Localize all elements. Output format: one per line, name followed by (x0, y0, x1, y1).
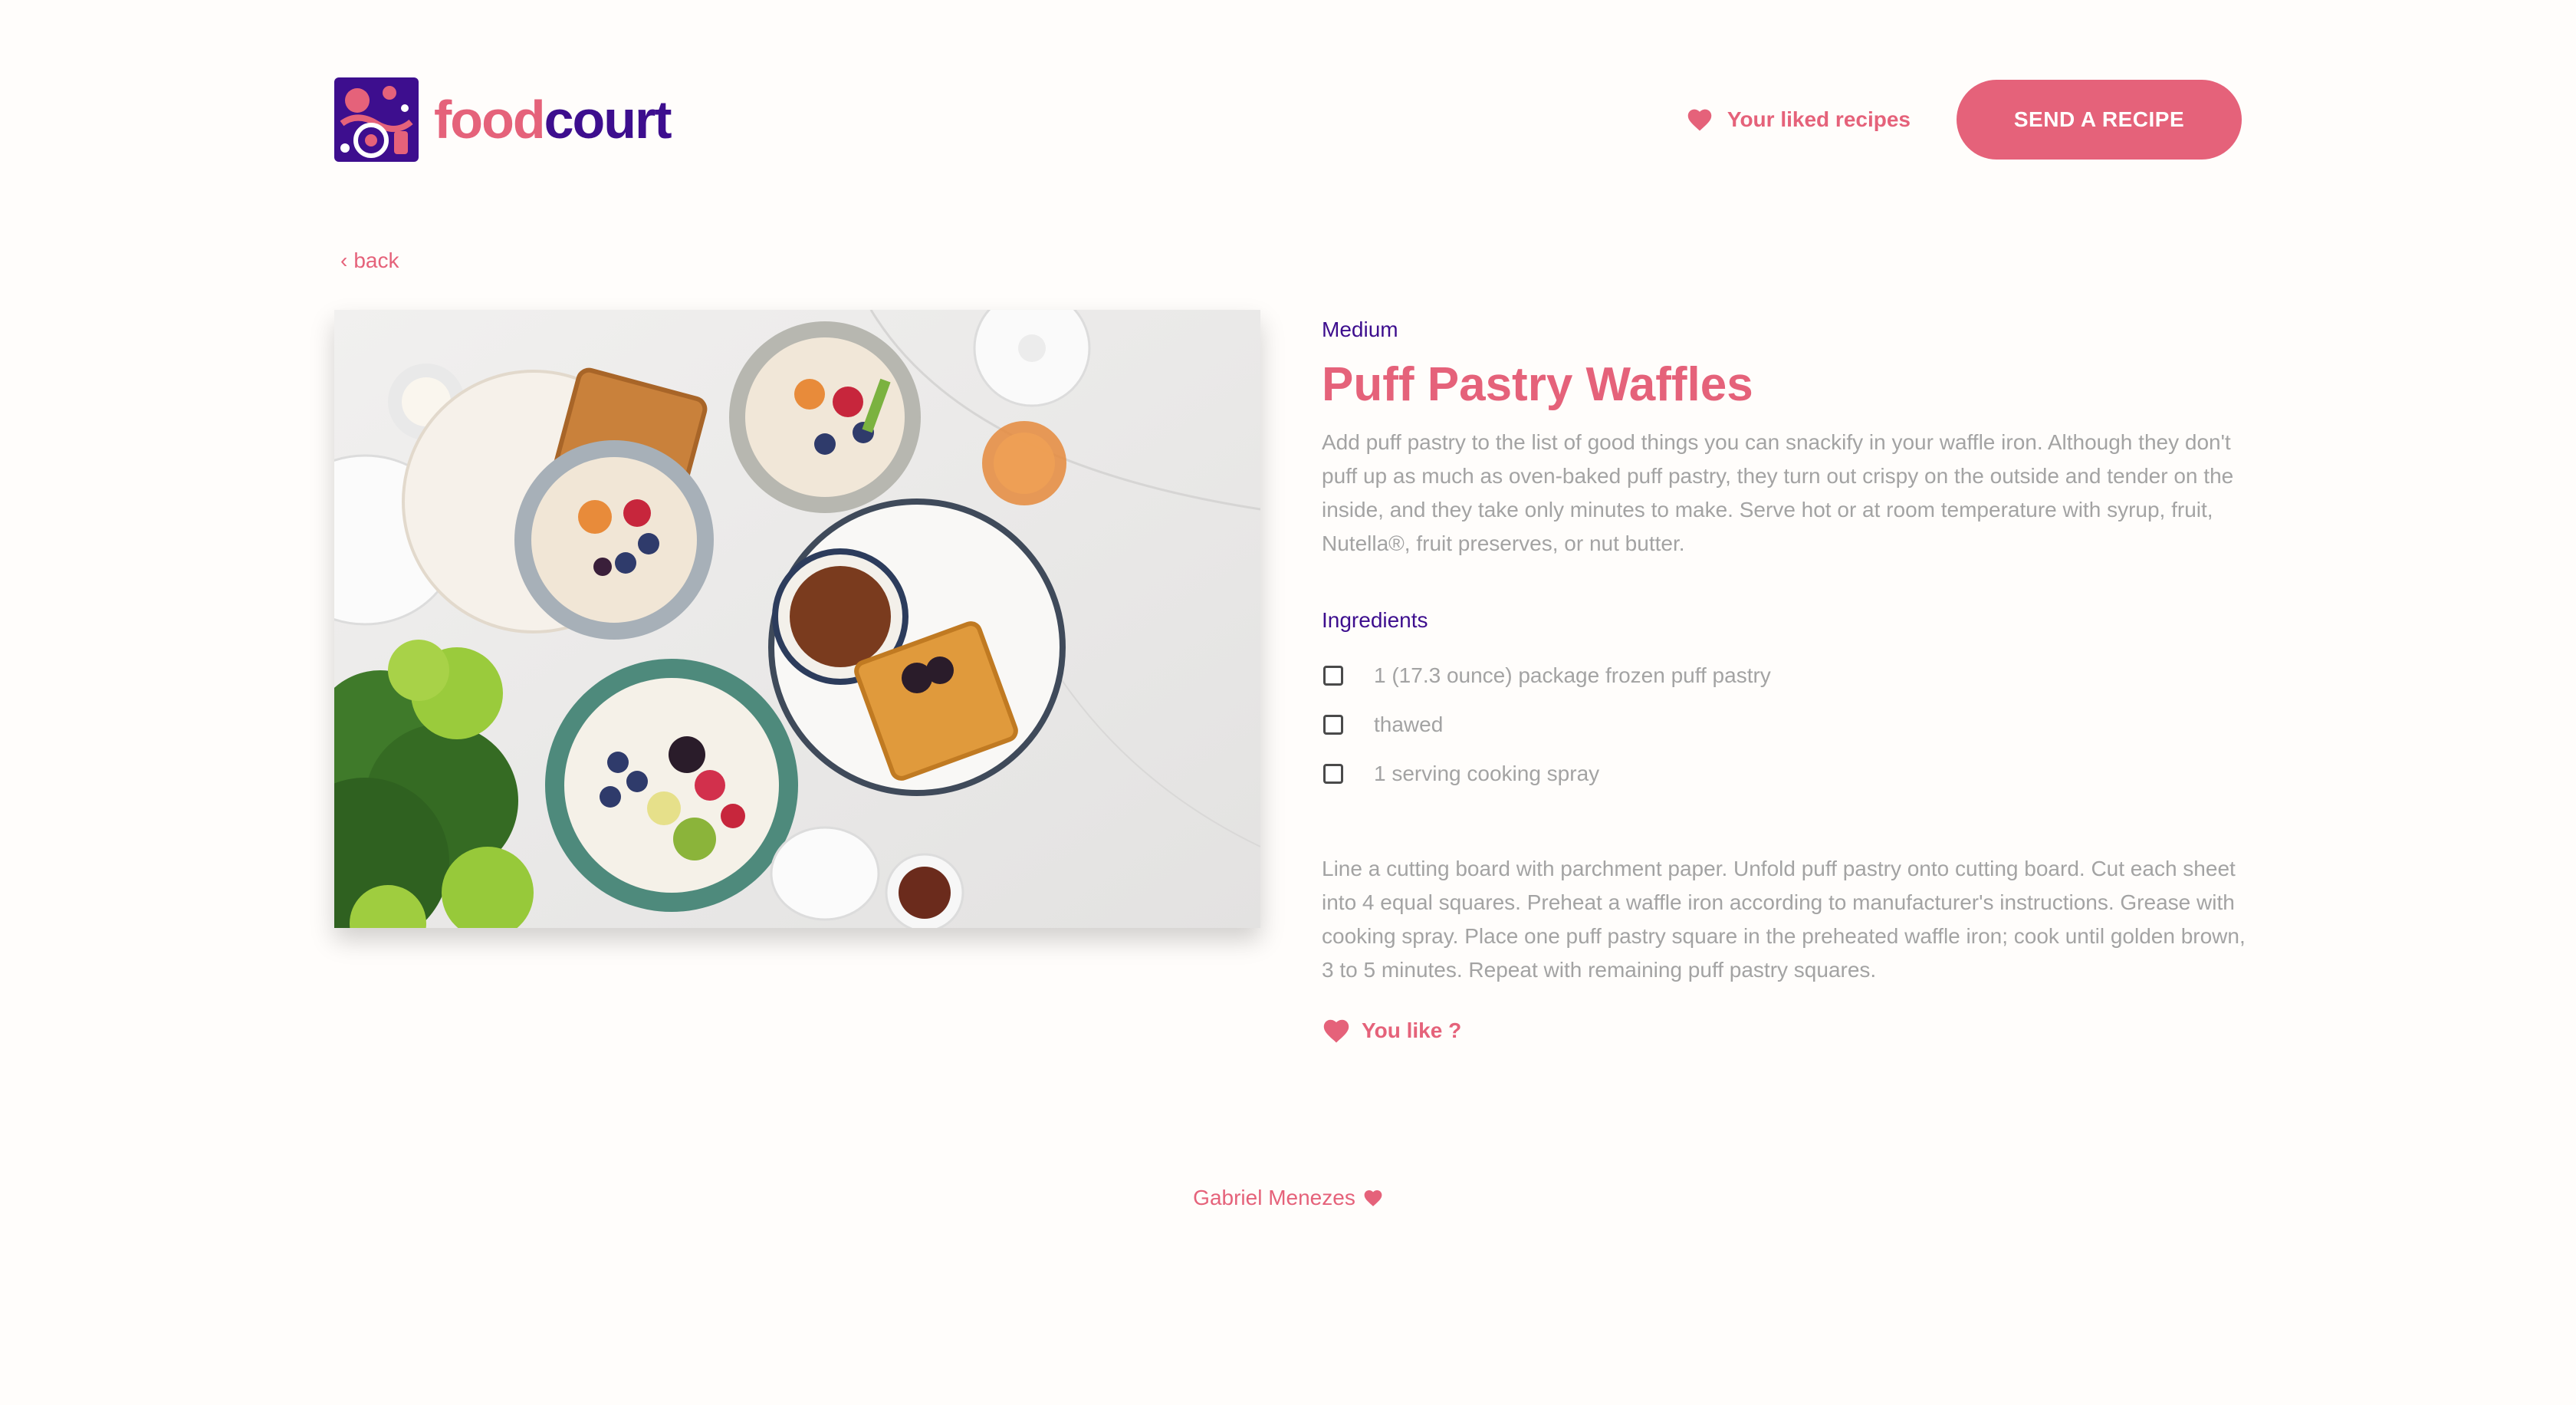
recipe-instructions: Line a cutting board with parchment pape… (1322, 857, 2246, 982)
difficulty-label: Medium (1322, 318, 1398, 341)
chevron-left-icon: ‹ (340, 248, 348, 272)
liked-recipes-link[interactable]: Your liked recipes (1686, 107, 1911, 132)
ingredients-heading: Ingredients (1322, 608, 1428, 633)
header-actions: Your liked recipes SEND A RECIPE (1686, 80, 2242, 160)
footer-author: Gabriel Menezes (1193, 1186, 1355, 1209)
recipe-description: Add puff pastry to the list of good thin… (1322, 430, 2234, 556)
heart-icon (1364, 1190, 1382, 1206)
recipe-image (334, 310, 1260, 928)
ingredient-text: 1 (17.3 ounce) package frozen puff pastr… (1374, 663, 1771, 688)
like-label: You like ? (1362, 1018, 1462, 1043)
ingredient-checkbox[interactable] (1323, 666, 1343, 686)
heart-icon (1323, 1020, 1349, 1043)
footer: Gabriel Menezes (0, 1186, 2576, 1210)
back-label: back (353, 248, 399, 272)
like-recipe-button[interactable]: You like ? (1322, 1018, 1461, 1044)
ingredient-item: thawed (1322, 700, 2249, 749)
ingredient-item: 1 serving cooking spray (1322, 749, 2249, 798)
ingredient-item: 1 (17.3 ounce) package frozen puff pastr… (1322, 651, 2249, 700)
foodcourt-logo-icon (334, 77, 419, 162)
back-link[interactable]: ‹ back (340, 248, 399, 273)
recipe-details: Medium Puff Pastry Waffles Add puff past… (1322, 310, 2249, 1044)
logo-wordmark: foodcourt (434, 93, 672, 146)
recipe-title: Puff Pastry Waffles (1322, 358, 1753, 411)
recipe-page: foodcourt Your liked recipes SEND A RECI… (0, 0, 2576, 1405)
logo-word-court: court (544, 90, 672, 150)
ingredient-checkbox[interactable] (1323, 764, 1343, 785)
send-recipe-button[interactable]: SEND A RECIPE (1957, 80, 2242, 160)
liked-recipes-label: Your liked recipes (1727, 107, 1911, 131)
ingredient-text: 1 serving cooking spray (1374, 762, 1600, 786)
logo-word-food: food (434, 90, 546, 150)
ingredient-list: 1 (17.3 ounce) package frozen puff pastr… (1322, 651, 2249, 798)
ingredient-text: thawed (1374, 712, 1444, 737)
brunch-table-photo (334, 310, 1260, 928)
logo-link[interactable]: foodcourt (334, 77, 672, 162)
header: foodcourt Your liked recipes SEND A RECI… (334, 74, 2242, 166)
ingredient-checkbox[interactable] (1323, 715, 1343, 735)
heart-icon (1687, 109, 1712, 131)
